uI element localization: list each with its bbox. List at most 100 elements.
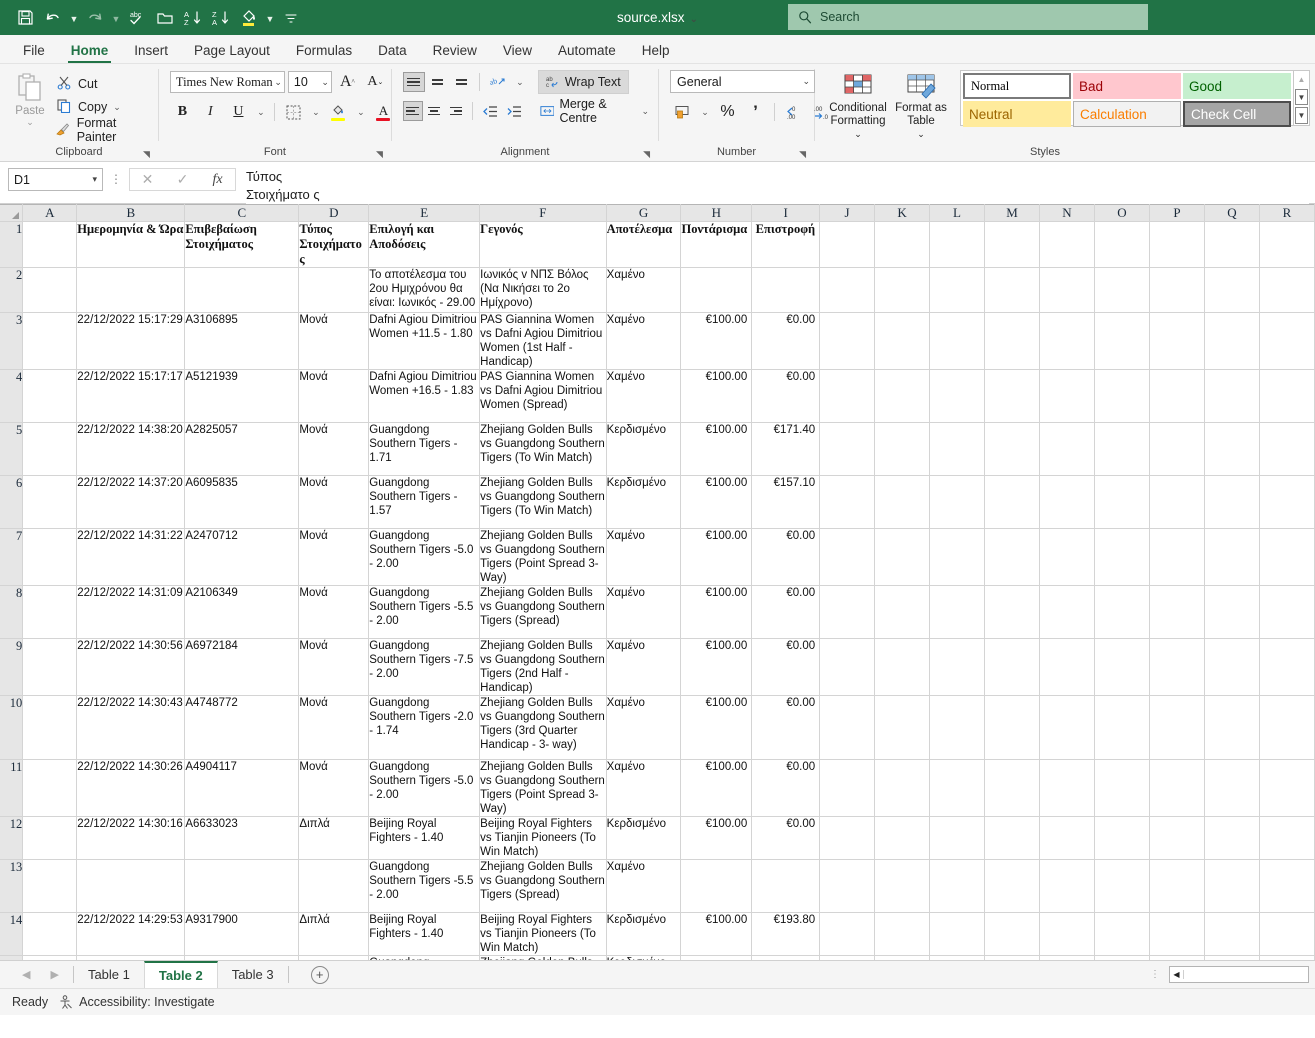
cell-D3[interactable]: Μονά xyxy=(298,312,370,370)
ribbon-tab-formulas[interactable]: Formulas xyxy=(283,40,365,63)
borders-button[interactable] xyxy=(281,100,306,124)
accessibility-status[interactable]: Accessibility: Investigate xyxy=(58,995,215,1009)
cell-N3[interactable] xyxy=(1039,312,1095,370)
cell-H9[interactable]: €100.00 xyxy=(680,638,753,696)
cell-N8[interactable] xyxy=(1039,585,1095,639)
cell-L1[interactable] xyxy=(929,221,985,268)
cell-A11[interactable] xyxy=(22,759,78,817)
column-header-P[interactable]: P xyxy=(1149,204,1205,222)
cell-N2[interactable] xyxy=(1039,267,1095,313)
cell-R4[interactable] xyxy=(1259,369,1315,423)
spreadsheet-grid[interactable]: A B C D E F G H I J K L M N O P Q R 1 Ημε… xyxy=(0,204,1315,960)
decrease-indent-button[interactable] xyxy=(479,99,501,123)
column-header-Q[interactable]: Q xyxy=(1204,204,1260,222)
cell-Q12[interactable] xyxy=(1204,816,1260,860)
cell-M4[interactable] xyxy=(984,369,1041,423)
cell-I11[interactable]: €0.00 xyxy=(751,759,821,817)
cell-A13[interactable] xyxy=(22,859,78,913)
cell-F3[interactable]: PAS Giannina Women vs Dafni Agiou Dimitr… xyxy=(479,312,607,370)
cell-L14[interactable] xyxy=(929,912,985,956)
cell-E3[interactable]: Dafni Agiou Dimitriou Women +11.5 - 1.80 xyxy=(368,312,481,370)
cell-B3[interactable]: 22/12/2022 15:17:29 xyxy=(76,312,186,370)
cell-E1[interactable]: Επιλογή και Αποδόσεις xyxy=(368,221,481,268)
cell-style-neutral[interactable]: Neutral xyxy=(963,101,1071,127)
previous-sheet-icon[interactable]: ◀ xyxy=(22,968,30,981)
cell-style-bad[interactable]: Bad xyxy=(1073,73,1181,99)
cell-N4[interactable] xyxy=(1039,369,1095,423)
cell-J1[interactable] xyxy=(819,221,876,268)
cell-J7[interactable] xyxy=(819,528,876,586)
cell-G11[interactable]: Χαμένο xyxy=(606,759,682,817)
sheet-row[interactable]: 3 22/12/2022 15:17:29 A3106895 Μονά Dafni Ag… xyxy=(0,312,1315,370)
column-header-R[interactable]: R xyxy=(1259,204,1315,222)
copy-button[interactable]: Copy ⌄ xyxy=(55,97,153,117)
cell-E14[interactable]: Beijing Royal Fighters - 1.40 xyxy=(368,912,481,956)
fill-color-button[interactable] xyxy=(326,100,351,124)
cell-F8[interactable]: Zhejiang Golden Bulls vs Guangdong South… xyxy=(479,585,607,639)
cell-M2[interactable] xyxy=(984,267,1041,313)
cell-Q8[interactable] xyxy=(1204,585,1260,639)
cell-H12[interactable]: €100.00 xyxy=(680,816,753,860)
cell-E4[interactable]: Dafni Agiou Dimitriou Women +16.5 - 1.83 xyxy=(368,369,481,423)
cell-styles-scrollbar[interactable]: ▲ ▼ ▼ xyxy=(1293,71,1309,125)
ribbon-tab-view[interactable]: View xyxy=(490,40,545,63)
row-header-14[interactable]: 14 xyxy=(0,912,24,956)
select-all-button[interactable] xyxy=(0,204,24,222)
cell-D2[interactable] xyxy=(298,267,370,313)
row-header-11[interactable]: 11 xyxy=(0,759,24,817)
cell-B14[interactable]: 22/12/2022 14:29:53 xyxy=(76,912,186,956)
cell-F2[interactable]: Ιωνικός v ΝΠΣ Βόλος (Να Νικήσει το 2ο Ημ… xyxy=(479,267,607,313)
cell-R11[interactable] xyxy=(1259,759,1315,817)
cell-N11[interactable] xyxy=(1039,759,1095,817)
cell-E13[interactable]: Guangdong Southern Tigers -5.5 - 2.00 xyxy=(368,859,481,913)
cell-C1[interactable]: Επιβεβαίωση Στοιχήματος xyxy=(184,221,300,268)
cell-N1[interactable] xyxy=(1039,221,1095,268)
format-as-table-button[interactable]: Format as Table ⌄ xyxy=(888,70,954,141)
number-format-dropdown-icon[interactable]: ⌄ xyxy=(802,76,810,87)
document-title-dropdown-icon[interactable]: ⌄ xyxy=(690,14,698,25)
cell-F6[interactable]: Zhejiang Golden Bulls vs Guangdong South… xyxy=(479,475,607,529)
cell-M12[interactable] xyxy=(984,816,1041,860)
cell-D4[interactable]: Μονά xyxy=(298,369,370,423)
cell-I12[interactable]: €0.00 xyxy=(751,816,821,860)
cell-A14[interactable] xyxy=(22,912,78,956)
cell-P12[interactable] xyxy=(1149,816,1205,860)
cell-E12[interactable]: Beijing Royal Fighters - 1.40 xyxy=(368,816,481,860)
cell-B4[interactable]: 22/12/2022 15:17:17 xyxy=(76,369,186,423)
cell-B7[interactable]: 22/12/2022 14:31:22 xyxy=(76,528,186,586)
sheet-row[interactable]: 6 22/12/2022 14:37:20 A6095835 Μονά Guangdon… xyxy=(0,475,1315,529)
cell-H13[interactable] xyxy=(680,859,753,913)
cell-I3[interactable]: €0.00 xyxy=(751,312,821,370)
fill-color-dropdown-icon[interactable]: ⌄ xyxy=(354,100,368,124)
gallery-scroll-up-icon[interactable]: ▲ xyxy=(1295,72,1308,87)
cell-N12[interactable] xyxy=(1039,816,1095,860)
cell-style-check-cell[interactable]: Check Cell xyxy=(1183,101,1291,127)
cell-M13[interactable] xyxy=(984,859,1041,913)
cell-O2[interactable] xyxy=(1094,267,1150,313)
sheet-row[interactable]: 12 22/12/2022 14:30:16 A6633023 Διπλά Beijin… xyxy=(0,816,1315,860)
cell-I8[interactable]: €0.00 xyxy=(751,585,821,639)
cell-F14[interactable]: Beijing Royal Fighters vs Tianjin Pionee… xyxy=(479,912,607,956)
formula-bar-grip[interactable]: ⋮ xyxy=(103,168,129,191)
cell-D7[interactable]: Μονά xyxy=(298,528,370,586)
cell-K9[interactable] xyxy=(874,638,931,696)
cell-L11[interactable] xyxy=(929,759,985,817)
sheet-tab-table-1[interactable]: Table 1 xyxy=(74,961,144,988)
cell-A1[interactable] xyxy=(22,221,78,268)
sheet-row[interactable]: 2 Το αποτέλεσμα του 2ου Ημιχρόνου θα είνα… xyxy=(0,267,1315,313)
cell-F7[interactable]: Zhejiang Golden Bulls vs Guangdong South… xyxy=(479,528,607,586)
number-format-combobox[interactable]: General ⌄ xyxy=(670,70,816,93)
cell-M5[interactable] xyxy=(984,422,1041,476)
orientation-button[interactable]: ab xyxy=(486,70,511,94)
cell-Q9[interactable] xyxy=(1204,638,1260,696)
cell-L7[interactable] xyxy=(929,528,985,586)
cell-G4[interactable]: Χαμένο xyxy=(606,369,682,423)
cell-C6[interactable]: A6095835 xyxy=(184,475,300,529)
cell-N10[interactable] xyxy=(1039,695,1095,760)
cell-H8[interactable]: €100.00 xyxy=(680,585,753,639)
cell-N14[interactable] xyxy=(1039,912,1095,956)
sheet-row[interactable]: 4 22/12/2022 15:17:17 A5121939 Μονά Dafni Ag… xyxy=(0,369,1315,423)
cell-R13[interactable] xyxy=(1259,859,1315,913)
cell-B8[interactable]: 22/12/2022 14:31:09 xyxy=(76,585,186,639)
cell-Q11[interactable] xyxy=(1204,759,1260,817)
